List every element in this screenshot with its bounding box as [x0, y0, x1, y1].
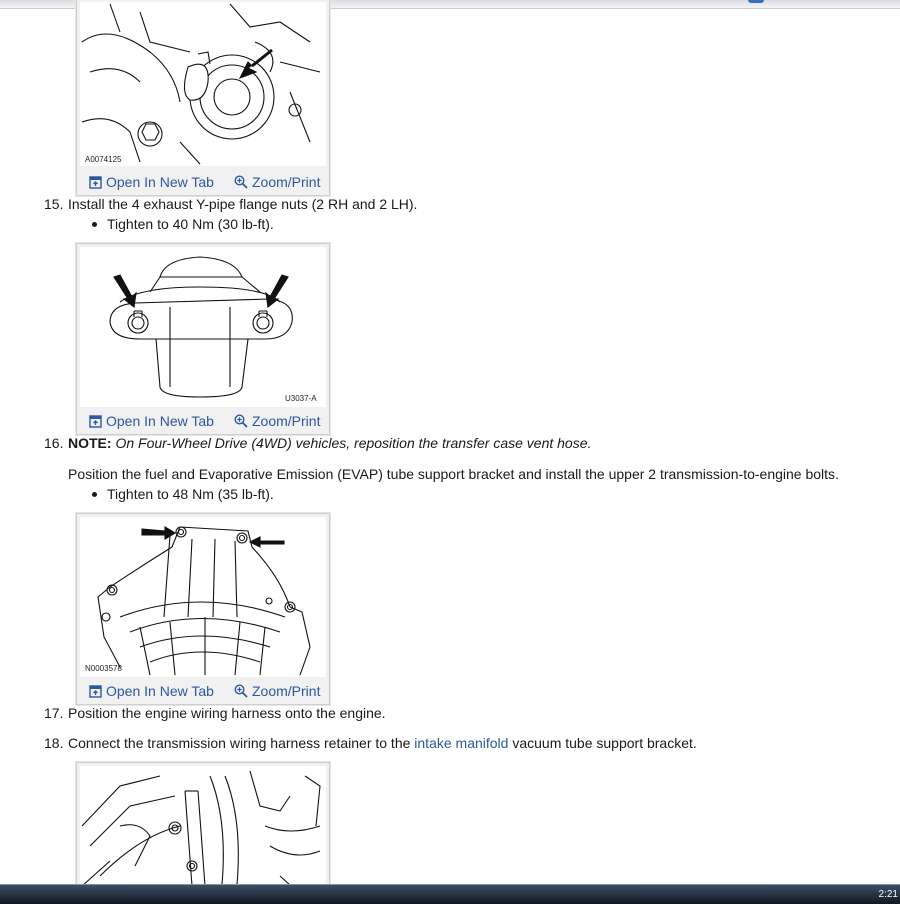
- figure-links: Open In New Tab Zoom/Print: [77, 169, 329, 195]
- intake-manifold-link[interactable]: intake manifold: [414, 735, 508, 751]
- bullet-dot: [92, 491, 97, 497]
- figure-code: A0074125: [85, 155, 122, 164]
- step-15-spec: Tighten to 40 Nm (30 lb-ft).: [92, 216, 274, 232]
- browser-indicator: [748, 0, 764, 3]
- figure-harness: [76, 762, 330, 904]
- figure-illustration: [80, 766, 326, 903]
- figure-a0074125: A0074125 Open In New Tab Zoom/Print: [76, 0, 330, 196]
- zoom-icon: [234, 175, 248, 189]
- open-new-tab-icon: [89, 685, 102, 698]
- step-16-instruction: Position the fuel and Evaporative Emissi…: [68, 466, 839, 482]
- zoom-print-link[interactable]: Zoom/Print: [234, 413, 320, 429]
- step-17: 17. Position the engine wiring harness on…: [44, 705, 386, 721]
- figure-illustration: [80, 2, 326, 166]
- figure-links: Open In New Tab Zoom/Print: [77, 408, 329, 434]
- open-in-new-tab-label: Open In New Tab: [106, 413, 214, 429]
- open-in-new-tab-link[interactable]: Open In New Tab: [89, 413, 214, 429]
- bullet-dot: [92, 221, 97, 227]
- step-number: 17.: [44, 705, 64, 721]
- open-in-new-tab-link[interactable]: Open In New Tab: [89, 174, 214, 190]
- open-in-new-tab-label: Open In New Tab: [106, 683, 214, 699]
- taskbar-clock[interactable]: 2:21: [879, 889, 898, 900]
- step-text: Install the 4 exhaust Y-pipe flange nuts…: [68, 196, 418, 212]
- open-new-tab-icon: [89, 176, 102, 189]
- torque-spec: Tighten to 40 Nm (30 lb-ft).: [107, 216, 274, 232]
- step-text-before: Connect the transmission wiring harness …: [68, 735, 415, 751]
- open-in-new-tab-label: Open In New Tab: [106, 174, 214, 190]
- figure-illustration: [80, 517, 326, 677]
- zoom-print-link[interactable]: Zoom/Print: [234, 683, 320, 699]
- note-text: On Four-Wheel Drive (4WD) vehicles, repo…: [115, 435, 592, 451]
- zoom-print-label: Zoom/Print: [252, 413, 321, 429]
- open-in-new-tab-link[interactable]: Open In New Tab: [89, 683, 214, 699]
- step-15: 15. Install the 4 exhaust Y-pipe flange n…: [44, 196, 417, 212]
- step-16: 16. NOTE: On Four-Wheel Drive (4WD) vehic…: [44, 435, 591, 451]
- step-number: 16.: [44, 435, 64, 451]
- zoom-print-link[interactable]: Zoom/Print: [234, 174, 320, 190]
- figure-u3037-a: U3037-A Open In New Tab Zoom/Print: [76, 243, 330, 435]
- note-label: NOTE:: [68, 435, 112, 451]
- figure-code: N0003578: [85, 664, 122, 673]
- step-number: 15.: [44, 196, 64, 212]
- zoom-icon: [234, 414, 248, 428]
- step-number: 18.: [44, 735, 64, 751]
- step-18: 18. Connect the transmission wiring harne…: [44, 735, 697, 751]
- zoom-print-label: Zoom/Print: [252, 174, 321, 190]
- figure-code: U3037-A: [285, 394, 317, 403]
- step-text: Position the engine wiring harness onto …: [68, 705, 386, 721]
- zoom-icon: [234, 684, 248, 698]
- torque-spec: Tighten to 48 Nm (35 lb-ft).: [107, 486, 274, 502]
- figure-n0003578: N0003578 Open In New Tab Zoom/Print: [76, 513, 330, 705]
- open-new-tab-icon: [89, 415, 102, 428]
- zoom-print-label: Zoom/Print: [252, 683, 321, 699]
- taskbar: 2:21: [0, 884, 900, 904]
- step-text-after: vacuum tube support bracket.: [508, 735, 697, 751]
- step-16-spec: Tighten to 48 Nm (35 lb-ft).: [92, 486, 274, 502]
- figure-illustration: [80, 247, 326, 407]
- figure-links: Open In New Tab Zoom/Print: [77, 678, 329, 704]
